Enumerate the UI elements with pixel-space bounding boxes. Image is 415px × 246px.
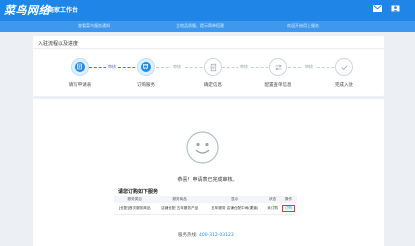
- step-circle: [71, 58, 89, 76]
- notice-link-2[interactable]: 立地品质服、提示简单搭建: [176, 23, 224, 29]
- connector-label-3: 审核: [238, 64, 250, 70]
- column-header: 操作: [279, 196, 297, 203]
- step-complete: 完成入驻: [324, 58, 364, 88]
- check-icon: [341, 64, 348, 70]
- divider: [33, 48, 384, 49]
- progress-card: 入驻流程以及进度 审核 审核 审核 审核 填写申请表 订购服务 确定信息 配置查…: [33, 36, 384, 96]
- cell-category: [仓配]首次服务商品: [114, 203, 156, 215]
- step-label: 填写申请表: [68, 83, 92, 88]
- cell-product: 店铺仓配 五年服务产品: [155, 203, 204, 215]
- column-header: 服务类目: [114, 196, 156, 203]
- service-table: 服务类目 服务商品 显示 状态 操作 [仓配]首次服务商品 店铺仓配 五年服务产…: [114, 196, 297, 215]
- step-circle: [137, 58, 155, 76]
- column-header: 状态: [265, 196, 280, 203]
- top-header: 菜鸟网络 商家工作台: [0, 0, 415, 21]
- column-header: 服务商品: [155, 196, 204, 203]
- document-icon: [210, 63, 216, 71]
- step-label: 配置查单信息: [264, 83, 292, 88]
- step-circle: [269, 58, 287, 76]
- cell-display: 五年服务 店铺仓配中间(渠道): [203, 203, 266, 215]
- step-fill-application: 填写申请表: [60, 58, 100, 88]
- cart-icon: [143, 64, 148, 70]
- result-card: [33, 99, 384, 246]
- step-circle: [204, 58, 222, 76]
- connector-label-1: 审核: [106, 64, 118, 70]
- smiley-icon: [186, 131, 219, 164]
- hotline: 服务热线: 400-312-03123: [178, 232, 234, 238]
- step-label: 确定信息: [204, 83, 222, 88]
- logo: 菜鸟网络: [4, 4, 50, 17]
- subscribe-title: 请您订购如下服务: [118, 189, 159, 195]
- mail-icon[interactable]: [373, 5, 382, 12]
- section-title: 入驻流程以及进度: [38, 41, 79, 47]
- form-icon: [77, 63, 82, 70]
- result-message: 恭喜！申请表已完成审核。: [177, 177, 238, 183]
- step-label: 订购服务: [137, 83, 155, 88]
- subscribe-button[interactable]: 订购: [281, 204, 295, 212]
- cell-action: 订购: [279, 203, 297, 215]
- table-header-row: 服务类目 服务商品 显示 状态 操作: [114, 196, 297, 203]
- step-configure-tracking: 配置查单信息: [258, 58, 298, 88]
- step-circle: [335, 58, 353, 76]
- step-order-service: 订购服务: [126, 58, 166, 88]
- hotline-label: 服务热线:: [178, 233, 198, 238]
- column-header: 显示: [203, 196, 266, 203]
- exchange-icon: [274, 64, 282, 70]
- connector-label-4: 审核: [303, 64, 315, 70]
- hotline-number[interactable]: 400-312-03123: [199, 233, 234, 238]
- workbench-title: 商家工作台: [48, 7, 79, 14]
- step-label: 完成入驻: [335, 83, 353, 88]
- cell-status: 未订购: [265, 203, 280, 215]
- step-confirm-info: 确定信息: [193, 58, 233, 88]
- notice-strip: 查看菜鸟服务通知 立地品质服、提示简单搭建 欢迎开始用上服务: [0, 21, 415, 32]
- user-icon[interactable]: [391, 5, 400, 12]
- notice-link-1[interactable]: 查看菜鸟服务通知: [78, 23, 110, 29]
- notice-link-3[interactable]: 欢迎开始用上服务: [287, 23, 319, 29]
- connector-label-2: 审核: [171, 64, 183, 70]
- table-row: [仓配]首次服务商品 店铺仓配 五年服务产品 五年服务 店铺仓配中间(渠道) 未…: [114, 203, 297, 215]
